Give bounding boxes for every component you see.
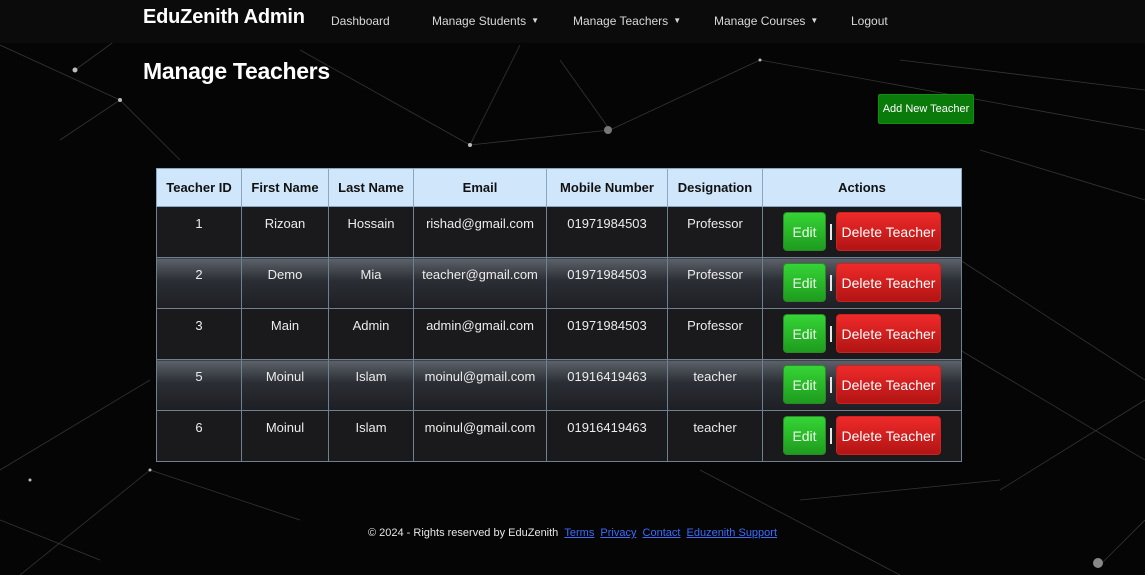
column-header-actions: Actions <box>762 168 962 207</box>
cell-mobile: 01916419463 <box>546 410 668 462</box>
cell-mobile: 01971984503 <box>546 257 668 309</box>
delete-teacher-button[interactable]: Delete Teacher <box>836 212 941 251</box>
cell-email: moinul@gmail.com <box>413 359 547 411</box>
nav-manage-students-label: Manage Students <box>432 14 527 28</box>
page-footer: © 2024 - Rights reserved by EduZenith Te… <box>0 527 1145 539</box>
action-separator <box>830 274 832 291</box>
cell-designation: Professor <box>667 308 763 360</box>
nav-dashboard-label: Dashboard <box>331 14 390 28</box>
row-actions: Edit Delete Teacher <box>763 212 961 251</box>
action-separator <box>830 427 832 444</box>
column-header-email: Email <box>413 168 547 207</box>
cell-designation: teacher <box>667 410 763 462</box>
cell-actions: Edit Delete Teacher <box>762 308 962 360</box>
cell-first-name: Moinul <box>241 410 329 462</box>
footer-copyright: © 2024 - Rights reserved by EduZenith <box>367 527 559 539</box>
teachers-table: Teacher ID First Name Last Name Email Mo… <box>156 168 962 462</box>
cell-last-name: Islam <box>328 410 414 462</box>
cell-mobile: 01916419463 <box>546 359 668 411</box>
table-row: 6 Moinul Islam moinul@gmail.com 01916419… <box>156 410 962 462</box>
cell-mobile: 01971984503 <box>546 308 668 360</box>
caret-down-icon: ▼ <box>810 16 819 25</box>
delete-teacher-button[interactable]: Delete Teacher <box>836 314 941 353</box>
footer-link-support[interactable]: Eduzenith Support <box>687 527 778 539</box>
cell-teacher-id: 6 <box>156 410 242 462</box>
cell-email: rishad@gmail.com <box>413 206 547 258</box>
edit-button[interactable]: Edit <box>783 416 826 455</box>
add-new-teacher-button[interactable]: Add New Teacher <box>878 94 974 124</box>
cell-last-name: Islam <box>328 359 414 411</box>
cell-designation: teacher <box>667 359 763 411</box>
column-header-mobile-number: Mobile Number <box>546 168 668 207</box>
cell-first-name: Moinul <box>241 359 329 411</box>
action-separator <box>830 223 832 240</box>
top-navbar: EduZenith Admin Dashboard Manage Student… <box>0 0 1145 43</box>
cell-actions: Edit Delete Teacher <box>762 359 962 411</box>
table-row: 2 Demo Mia teacher@gmail.com 01971984503… <box>156 257 962 309</box>
cell-teacher-id: 5 <box>156 359 242 411</box>
nav-manage-teachers[interactable]: Manage Teachers ▼ <box>573 14 681 28</box>
action-separator <box>830 325 832 342</box>
row-actions: Edit Delete Teacher <box>763 416 961 455</box>
table-row: 3 Main Admin admin@gmail.com 01971984503… <box>156 308 962 360</box>
edit-button[interactable]: Edit <box>783 365 826 404</box>
column-header-first-name: First Name <box>241 168 329 207</box>
cell-first-name: Demo <box>241 257 329 309</box>
nav-manage-courses[interactable]: Manage Courses ▼ <box>714 14 818 28</box>
cell-actions: Edit Delete Teacher <box>762 206 962 258</box>
cell-last-name: Admin <box>328 308 414 360</box>
edit-button[interactable]: Edit <box>783 212 826 251</box>
delete-teacher-button[interactable]: Delete Teacher <box>836 365 941 404</box>
cell-teacher-id: 3 <box>156 308 242 360</box>
page-title: Manage Teachers <box>143 58 330 84</box>
table-row: 1 Rizoan Hossain rishad@gmail.com 019719… <box>156 206 962 258</box>
cell-first-name: Main <box>241 308 329 360</box>
delete-teacher-button[interactable]: Delete Teacher <box>836 416 941 455</box>
column-header-designation: Designation <box>667 168 763 207</box>
caret-down-icon: ▼ <box>673 16 682 25</box>
cell-last-name: Hossain <box>328 206 414 258</box>
edit-button[interactable]: Edit <box>783 263 826 302</box>
brand-title[interactable]: EduZenith Admin <box>143 6 305 29</box>
row-actions: Edit Delete Teacher <box>763 263 961 302</box>
nav-manage-courses-label: Manage Courses <box>714 14 806 28</box>
column-header-teacher-id: Teacher ID <box>156 168 242 207</box>
footer-link-privacy[interactable]: Privacy <box>600 527 636 539</box>
cell-designation: Professor <box>667 257 763 309</box>
edit-button[interactable]: Edit <box>783 314 826 353</box>
cell-mobile: 01971984503 <box>546 206 668 258</box>
row-actions: Edit Delete Teacher <box>763 314 961 353</box>
cell-actions: Edit Delete Teacher <box>762 257 962 309</box>
cell-teacher-id: 1 <box>156 206 242 258</box>
action-separator <box>830 376 832 393</box>
nav-manage-students[interactable]: Manage Students ▼ <box>432 14 539 28</box>
cell-email: teacher@gmail.com <box>413 257 547 309</box>
cell-first-name: Rizoan <box>241 206 329 258</box>
table-header-row: Teacher ID First Name Last Name Email Mo… <box>156 168 962 207</box>
footer-link-contact[interactable]: Contact <box>643 527 681 539</box>
table-row: 5 Moinul Islam moinul@gmail.com 01916419… <box>156 359 962 411</box>
column-header-last-name: Last Name <box>328 168 414 207</box>
cell-actions: Edit Delete Teacher <box>762 410 962 462</box>
caret-down-icon: ▼ <box>531 16 539 25</box>
cell-designation: Professor <box>667 206 763 258</box>
nav-dashboard[interactable]: Dashboard <box>331 14 390 28</box>
footer-link-terms[interactable]: Terms <box>564 527 594 539</box>
nav-manage-teachers-label: Manage Teachers <box>573 14 669 28</box>
cell-teacher-id: 2 <box>156 257 242 309</box>
delete-teacher-button[interactable]: Delete Teacher <box>836 263 941 302</box>
nav-logout[interactable]: Logout <box>851 14 888 28</box>
row-actions: Edit Delete Teacher <box>763 365 961 404</box>
nav-logout-label: Logout <box>851 14 888 28</box>
cell-email: admin@gmail.com <box>413 308 547 360</box>
cell-email: moinul@gmail.com <box>413 410 547 462</box>
cell-last-name: Mia <box>328 257 414 309</box>
